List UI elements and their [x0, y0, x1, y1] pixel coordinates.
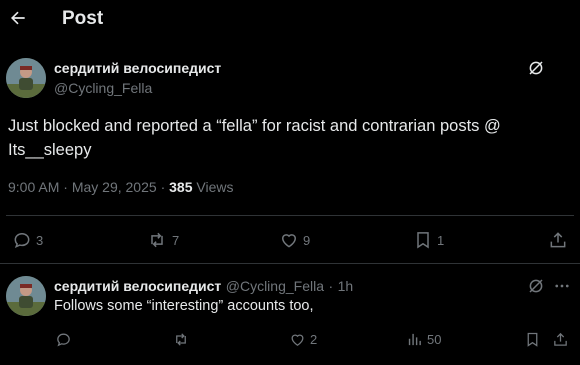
meta-separator: ·	[63, 179, 68, 195]
grok-button[interactable]	[527, 59, 545, 77]
views-icon	[408, 333, 421, 346]
top-bar: Post	[0, 0, 580, 40]
meta-separator: ·	[328, 278, 334, 294]
meta-separator: ·	[160, 179, 166, 195]
views-label: Views	[196, 179, 234, 195]
heart-icon	[281, 234, 297, 248]
bookmark-count: 1	[437, 232, 445, 248]
more-icon	[555, 284, 569, 288]
like-count: 9	[303, 232, 311, 248]
repost-count: 7	[172, 232, 180, 248]
grok-icon	[529, 279, 543, 293]
repost-button[interactable]: 7	[146, 230, 179, 250]
reply-count: 3	[36, 232, 44, 248]
back-button[interactable]	[6, 6, 30, 30]
reply-text: Follows some “interesting” accounts too,	[54, 298, 314, 314]
grok-icon	[529, 61, 543, 75]
grok-button[interactable]	[527, 277, 545, 295]
share-icon	[554, 332, 567, 346]
reply-header: сердитий велосипедист @Cycling_Fella · 1…	[54, 278, 353, 296]
reply-repost-button[interactable]	[172, 331, 190, 348]
reply-author-name[interactable]: сердитий велосипедист	[54, 278, 221, 294]
bookmark-icon	[527, 332, 538, 347]
reply-bookmark-button[interactable]	[524, 331, 541, 348]
page-title: Post	[62, 8, 104, 29]
reply-avatar[interactable]	[6, 276, 46, 316]
reply-icon	[14, 232, 30, 249]
reply-views-button[interactable]: 50	[406, 331, 441, 348]
author-name[interactable]: сердитий велосипедист	[54, 60, 221, 76]
divider	[6, 215, 574, 216]
more-button[interactable]	[553, 277, 571, 295]
repost-icon	[176, 333, 186, 346]
avatar-image	[6, 58, 46, 98]
reply-like-count: 2	[310, 332, 318, 347]
reply-timestamp[interactable]: 1h	[338, 278, 354, 294]
bookmark-button[interactable]: 1	[413, 230, 444, 250]
repost-icon	[151, 232, 163, 248]
post-mention[interactable]: Its__sleepy	[8, 138, 568, 162]
author-handle[interactable]: @Cycling_Fella	[54, 80, 152, 96]
reply-share-button[interactable]	[552, 331, 569, 348]
reply-view-count: 50	[427, 332, 442, 347]
post-text: Just blocked and reported a “fella” for …	[8, 114, 568, 162]
bookmark-icon	[417, 232, 429, 249]
avatar[interactable]	[6, 58, 46, 98]
view-count: 385	[169, 179, 193, 195]
post-meta: 9:00 AM · May 29, 2025 · 385 Views	[8, 179, 233, 195]
post-time[interactable]: 9:00 AM	[8, 179, 59, 195]
share-icon	[550, 232, 566, 248]
reply-icon	[57, 333, 70, 347]
post-date[interactable]: May 29, 2025	[72, 179, 157, 195]
like-button[interactable]: 9	[279, 230, 310, 250]
divider	[0, 263, 580, 264]
avatar-image	[6, 276, 46, 316]
share-button[interactable]	[548, 230, 568, 250]
post-text-line-1: Just blocked and reported a “fella” for …	[8, 117, 501, 135]
reply-reply-button[interactable]	[55, 331, 72, 348]
reply-like-button[interactable]: 2	[289, 331, 317, 348]
arrow-left-icon	[11, 11, 25, 25]
reply-author-handle[interactable]: @Cycling_Fella	[226, 278, 324, 294]
reply-button[interactable]: 3	[12, 230, 43, 250]
heart-icon	[291, 334, 304, 346]
